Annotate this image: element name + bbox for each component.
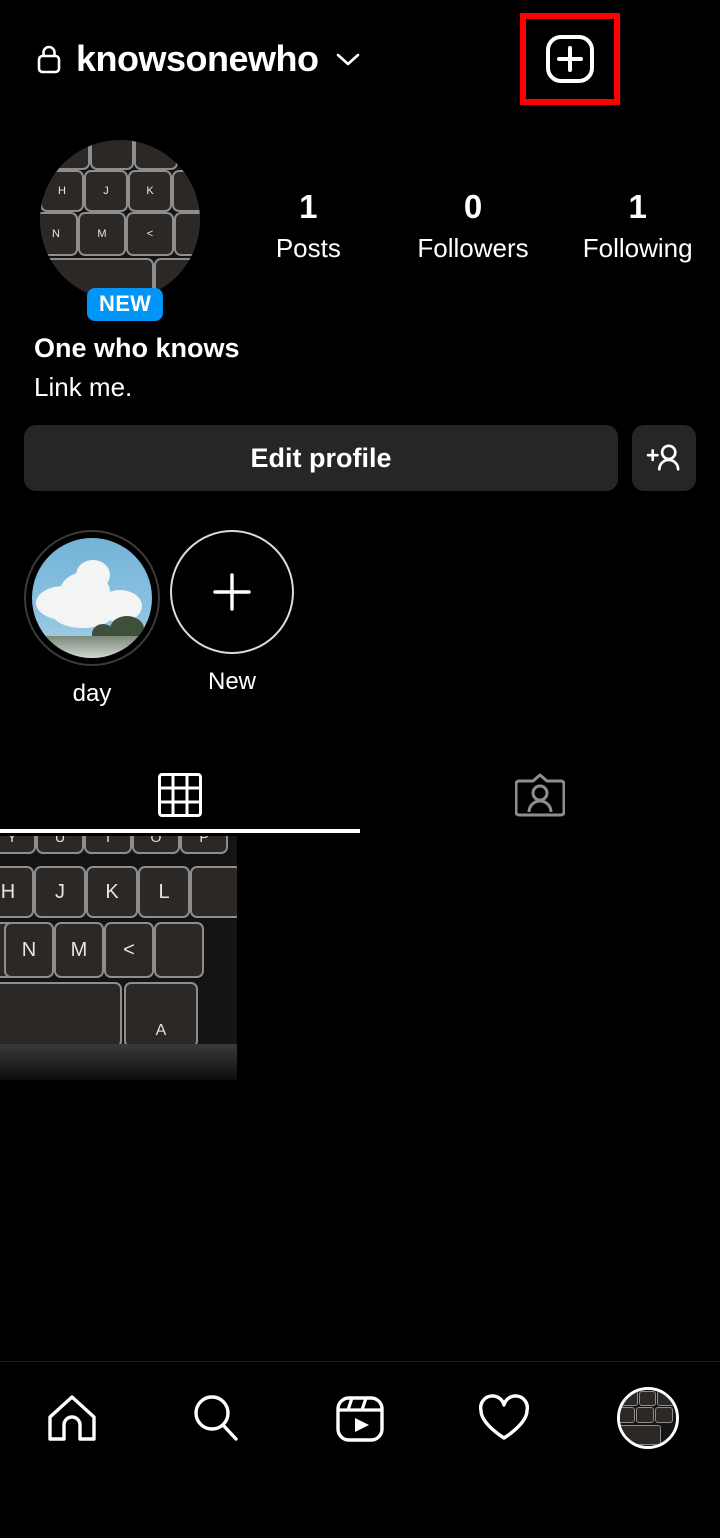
highlight-day[interactable]: day: [22, 530, 162, 708]
nav-profile[interactable]: [576, 1378, 720, 1458]
profile-stats: 1 Posts 0 Followers 1 Following: [226, 140, 720, 266]
profile-actions: Edit profile: [0, 425, 720, 491]
stat-posts[interactable]: 1 Posts: [226, 188, 391, 266]
tagged-person-icon: [515, 771, 565, 819]
profile-avatar[interactable]: H J K N M <: [40, 140, 200, 300]
stat-following-label: Following: [582, 232, 693, 263]
bottom-navigation-bar: [0, 1361, 720, 1538]
story-highlights-row: day New: [0, 530, 720, 708]
reels-icon: [335, 1393, 385, 1443]
chevron-down-icon[interactable]: [335, 51, 361, 67]
profile-avatar-icon: [617, 1387, 679, 1449]
profile-bio-text: Link me.: [34, 372, 133, 403]
profile-bio-block: One who knows Link me.: [34, 330, 634, 406]
discover-people-button[interactable]: [632, 425, 696, 491]
highlight-cover-sky: [32, 538, 152, 658]
stat-followers-label: Followers: [417, 232, 529, 263]
nav-search[interactable]: [144, 1378, 288, 1458]
instagram-profile-screen: knowsonewho H J K N M < NEW 1 Posts 0 Fo…: [0, 0, 720, 1538]
hamburger-menu-icon[interactable]: [642, 39, 684, 79]
profile-avatar-wrapper[interactable]: H J K N M < NEW: [40, 140, 200, 321]
cloud-shape: [76, 560, 110, 590]
post-thumbnail[interactable]: Y U I O P H J K L N M < A: [0, 836, 237, 1080]
ground-shape: [32, 636, 152, 658]
active-tab-underline: [0, 829, 360, 833]
new-story-badge[interactable]: NEW: [87, 288, 164, 321]
highlight-new[interactable]: New: [162, 530, 302, 708]
nav-avatar-keyboard-art: [620, 1390, 676, 1446]
highlight-ring: [24, 530, 160, 666]
profile-summary-row: H J K N M < NEW 1 Posts 0 Followers 1 Fo…: [0, 140, 720, 321]
stat-followers[interactable]: 0 Followers: [391, 188, 556, 266]
plus-square-icon: [544, 33, 596, 85]
nav-activity[interactable]: [432, 1378, 576, 1458]
app-header: knowsonewho: [0, 0, 720, 118]
nav-home[interactable]: [0, 1378, 144, 1458]
grid-icon: [158, 771, 202, 819]
create-post-button[interactable]: [520, 13, 620, 105]
add-person-icon: [645, 442, 683, 474]
tab-tagged[interactable]: [360, 757, 720, 833]
plus-icon: [207, 567, 257, 617]
lock-icon: [36, 44, 62, 74]
nav-reels[interactable]: [288, 1378, 432, 1458]
home-icon: [46, 1393, 98, 1443]
profile-username[interactable]: knowsonewho: [76, 41, 319, 77]
post-grid: Y U I O P H J K L N M < A: [0, 836, 720, 1080]
stat-posts-label: Posts: [275, 232, 341, 263]
post-keyboard-art: Y U I O P H J K L N M < A: [0, 836, 237, 1080]
stat-following-value: 1: [628, 188, 647, 225]
stat-followers-value: 0: [463, 188, 483, 225]
new-highlight-ring: [170, 530, 294, 654]
stat-posts-value: 1: [299, 188, 318, 225]
highlight-label: day: [72, 680, 112, 707]
stat-following[interactable]: 1 Following: [555, 188, 720, 266]
heart-icon: [477, 1394, 531, 1442]
avatar-keyboard-art: H J K N M <: [40, 140, 200, 300]
highlight-label: New: [207, 668, 256, 695]
profile-display-name: One who knows: [34, 333, 240, 363]
search-icon: [190, 1392, 242, 1444]
tab-grid[interactable]: [0, 757, 360, 833]
edit-profile-button[interactable]: Edit profile: [24, 425, 618, 491]
profile-tabs: [0, 757, 720, 833]
